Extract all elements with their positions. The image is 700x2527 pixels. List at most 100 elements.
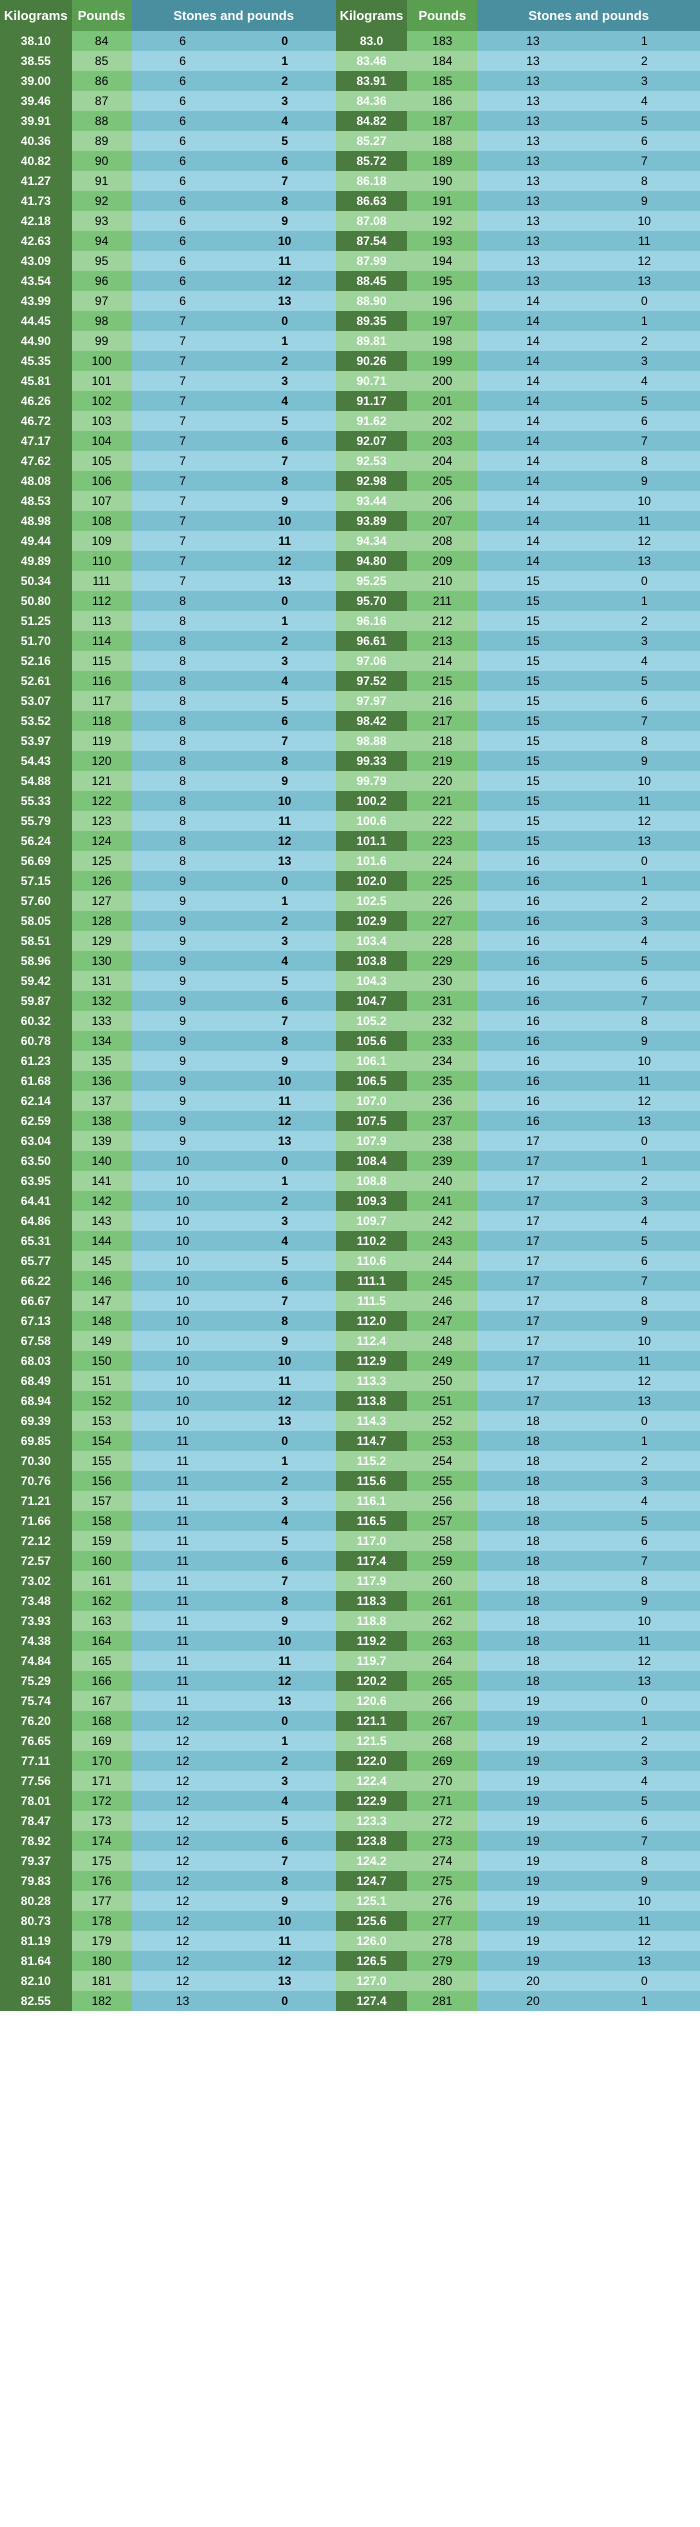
- cell-5: 251: [407, 1391, 477, 1411]
- cell-2: 8: [132, 851, 234, 871]
- table-row: 63.04139913107.9238170: [0, 1131, 700, 1151]
- cell-2: 9: [132, 1131, 234, 1151]
- cell-0: 74.38: [0, 1631, 72, 1651]
- cell-1: 146: [72, 1271, 132, 1291]
- cell-7: 13: [589, 831, 700, 851]
- cell-4: 100.2: [336, 791, 408, 811]
- table-row: 52.611168497.52215155: [0, 671, 700, 691]
- cell-4: 122.0: [336, 1751, 408, 1771]
- cell-3: 12: [234, 1111, 336, 1131]
- cell-7: 11: [589, 1071, 700, 1091]
- cell-5: 246: [407, 1291, 477, 1311]
- cell-7: 6: [589, 691, 700, 711]
- cell-4: 96.61: [336, 631, 408, 651]
- cell-3: 2: [234, 351, 336, 371]
- cell-1: 99: [72, 331, 132, 351]
- cell-6: 14: [477, 511, 588, 531]
- cell-1: 128: [72, 911, 132, 931]
- cell-2: 9: [132, 1111, 234, 1131]
- table-row: 39.91886484.82187135: [0, 111, 700, 131]
- cell-2: 7: [132, 511, 234, 531]
- cell-2: 10: [132, 1231, 234, 1251]
- table-row: 42.18936987.081921310: [0, 211, 700, 231]
- cell-6: 14: [477, 411, 588, 431]
- cell-5: 223: [407, 831, 477, 851]
- table-row: 71.21157113116.1256184: [0, 1491, 700, 1511]
- cell-6: 18: [477, 1651, 588, 1671]
- cell-7: 3: [589, 71, 700, 91]
- cell-2: 9: [132, 951, 234, 971]
- table-row: 49.4410971194.342081412: [0, 531, 700, 551]
- cell-5: 281: [407, 1991, 477, 2011]
- header-col-5: Stones and pounds: [477, 0, 700, 31]
- table-row: 62.14137911107.02361612: [0, 1091, 700, 1111]
- cell-6: 15: [477, 651, 588, 671]
- cell-5: 209: [407, 551, 477, 571]
- cell-3: 2: [234, 1191, 336, 1211]
- cell-7: 13: [589, 551, 700, 571]
- cell-3: 13: [234, 571, 336, 591]
- cell-5: 196: [407, 291, 477, 311]
- cell-7: 0: [589, 1131, 700, 1151]
- cell-5: 220: [407, 771, 477, 791]
- cell-5: 243: [407, 1231, 477, 1251]
- table-row: 73.02161117117.9260188: [0, 1571, 700, 1591]
- cell-2: 8: [132, 771, 234, 791]
- cell-2: 10: [132, 1151, 234, 1171]
- cell-5: 273: [407, 1831, 477, 1851]
- table-row: 45.811017390.71200144: [0, 371, 700, 391]
- cell-2: 10: [132, 1191, 234, 1211]
- cell-1: 167: [72, 1691, 132, 1711]
- cell-7: 12: [589, 1931, 700, 1951]
- cell-0: 57.60: [0, 891, 72, 911]
- cell-0: 56.24: [0, 831, 72, 851]
- cell-1: 155: [72, 1451, 132, 1471]
- cell-7: 12: [589, 531, 700, 551]
- cell-6: 18: [477, 1611, 588, 1631]
- cell-5: 238: [407, 1131, 477, 1151]
- cell-4: 89.35: [336, 311, 408, 331]
- table-row: 80.731781210125.62771911: [0, 1911, 700, 1931]
- cell-2: 8: [132, 631, 234, 651]
- table-row: 50.801128095.70211151: [0, 591, 700, 611]
- cell-1: 142: [72, 1191, 132, 1211]
- table-row: 55.79123811100.62221512: [0, 811, 700, 831]
- cell-0: 58.05: [0, 911, 72, 931]
- cell-0: 64.86: [0, 1211, 72, 1231]
- cell-0: 48.98: [0, 511, 72, 531]
- cell-1: 153: [72, 1411, 132, 1431]
- cell-0: 64.41: [0, 1191, 72, 1211]
- cell-4: 116.5: [336, 1511, 408, 1531]
- cell-3: 2: [234, 631, 336, 651]
- table-row: 78.01172124122.9271195: [0, 1791, 700, 1811]
- cell-2: 8: [132, 591, 234, 611]
- cell-1: 173: [72, 1811, 132, 1831]
- cell-5: 255: [407, 1471, 477, 1491]
- cell-1: 143: [72, 1211, 132, 1231]
- cell-2: 7: [132, 451, 234, 471]
- cell-4: 114.7: [336, 1431, 408, 1451]
- cell-6: 18: [477, 1411, 588, 1431]
- cell-0: 69.39: [0, 1411, 72, 1431]
- cell-5: 207: [407, 511, 477, 531]
- cell-3: 0: [234, 31, 336, 51]
- cell-1: 157: [72, 1491, 132, 1511]
- cell-0: 43.54: [0, 271, 72, 291]
- table-row: 79.83176128124.7275199: [0, 1871, 700, 1891]
- cell-0: 39.00: [0, 71, 72, 91]
- cell-4: 101.1: [336, 831, 408, 851]
- cell-5: 201: [407, 391, 477, 411]
- cell-1: 121: [72, 771, 132, 791]
- cell-1: 137: [72, 1091, 132, 1111]
- cell-0: 55.79: [0, 811, 72, 831]
- cell-1: 180: [72, 1951, 132, 1971]
- cell-1: 171: [72, 1771, 132, 1791]
- cell-2: 6: [132, 291, 234, 311]
- cell-1: 151: [72, 1371, 132, 1391]
- cell-2: 8: [132, 811, 234, 831]
- cell-3: 13: [234, 1411, 336, 1431]
- cell-0: 57.15: [0, 871, 72, 891]
- cell-0: 52.16: [0, 651, 72, 671]
- cell-3: 5: [234, 131, 336, 151]
- cell-6: 16: [477, 851, 588, 871]
